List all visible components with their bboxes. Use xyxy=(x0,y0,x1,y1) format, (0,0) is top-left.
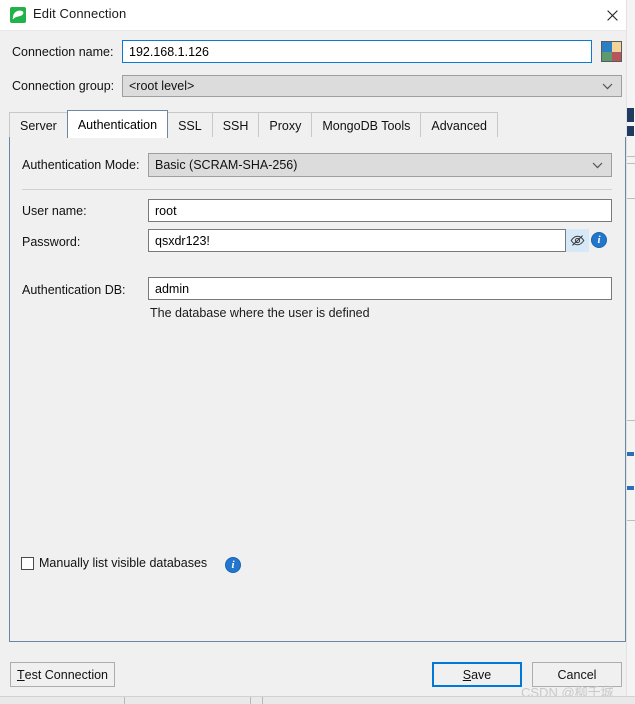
auth-mode-select[interactable]: Basic (SCRAM-SHA-256) xyxy=(148,153,612,177)
test-connection-mnemonic: T xyxy=(16,667,25,682)
swatch-blue xyxy=(602,42,612,52)
window-title: Edit Connection xyxy=(33,6,127,21)
section-divider xyxy=(22,189,612,190)
swatch-green xyxy=(602,51,612,61)
tab-label: Proxy xyxy=(269,118,302,133)
tab-label: SSH xyxy=(222,118,249,133)
connection-group-label: Connection group: xyxy=(12,79,115,93)
background-window-tick xyxy=(124,697,125,704)
auth-mode-label: Authentication Mode: xyxy=(22,158,140,172)
chevron-down-icon xyxy=(602,79,613,93)
cancel-label: Cancel xyxy=(557,667,597,682)
eye-slash-icon[interactable] xyxy=(566,229,589,252)
info-icon[interactable]: i xyxy=(225,557,241,573)
title-bar: Edit Connection xyxy=(0,0,635,31)
tab-server[interactable]: Server xyxy=(9,112,68,138)
save-button[interactable]: Save xyxy=(432,662,522,687)
checkbox-label: Manually list visible databases xyxy=(39,556,208,570)
username-label: User name: xyxy=(22,204,87,218)
background-window-mark xyxy=(627,108,634,122)
connection-group-value: <root level> xyxy=(129,79,195,93)
background-window-edge xyxy=(626,0,635,704)
authentication-db-label: Authentication DB: xyxy=(22,283,126,297)
tab-bar: Server Authentication SSL SSH Proxy Mong… xyxy=(9,110,626,138)
cancel-button[interactable]: Cancel xyxy=(532,662,622,687)
background-window-line xyxy=(627,520,635,521)
save-mnemonic: S xyxy=(462,667,472,682)
test-connection-button[interactable]: Test Connection xyxy=(10,662,115,687)
tab-ssl[interactable]: SSL xyxy=(167,112,213,138)
background-window-line xyxy=(627,163,635,164)
authentication-db-hint: The database where the user is defined xyxy=(150,306,370,320)
swatch-tan xyxy=(611,42,621,52)
password-input[interactable] xyxy=(148,229,566,252)
background-window-mark xyxy=(627,126,634,136)
save-label: ave xyxy=(471,667,492,682)
tab-advanced[interactable]: Advanced xyxy=(420,112,498,138)
color-swatch-button[interactable] xyxy=(601,41,622,62)
background-window-mark xyxy=(627,486,634,490)
background-window-line xyxy=(627,420,635,421)
chevron-down-icon xyxy=(592,158,603,172)
password-label: Password: xyxy=(22,235,81,249)
tab-label: Authentication xyxy=(77,117,158,132)
tab-ssh[interactable]: SSH xyxy=(211,112,260,138)
tab-label: SSL xyxy=(178,118,202,133)
tab-authentication[interactable]: Authentication xyxy=(66,110,169,138)
background-window-mark xyxy=(627,452,634,456)
checkbox-box xyxy=(21,556,34,570)
tab-label: MongoDB Tools xyxy=(322,118,411,133)
manually-list-visible-databases-checkbox[interactable]: Manually list visible databases xyxy=(21,556,207,570)
tab-label: Advanced xyxy=(431,118,487,133)
connection-group-select[interactable]: <root level> xyxy=(122,75,622,97)
test-connection-label: est Connection xyxy=(24,667,109,682)
background-window-bottom xyxy=(0,696,635,704)
tab-label: Server xyxy=(20,118,57,133)
swatch-red xyxy=(611,51,621,61)
info-icon[interactable]: i xyxy=(591,232,607,248)
auth-mode-value: Basic (SCRAM-SHA-256) xyxy=(155,158,298,172)
authentication-db-input[interactable] xyxy=(148,277,612,300)
connection-name-input[interactable] xyxy=(122,40,592,63)
background-window-line xyxy=(627,198,635,199)
background-window-tick xyxy=(262,697,263,704)
background-window-line xyxy=(627,156,635,157)
edit-connection-dialog: Edit Connection Connection name: Connect… xyxy=(0,0,635,704)
background-window-tick xyxy=(250,697,251,704)
tab-proxy[interactable]: Proxy xyxy=(258,112,313,138)
leaf-icon xyxy=(10,7,26,23)
username-input[interactable] xyxy=(148,199,612,222)
tab-mongodb-tools[interactable]: MongoDB Tools xyxy=(311,112,422,138)
connection-name-label: Connection name: xyxy=(12,45,114,59)
